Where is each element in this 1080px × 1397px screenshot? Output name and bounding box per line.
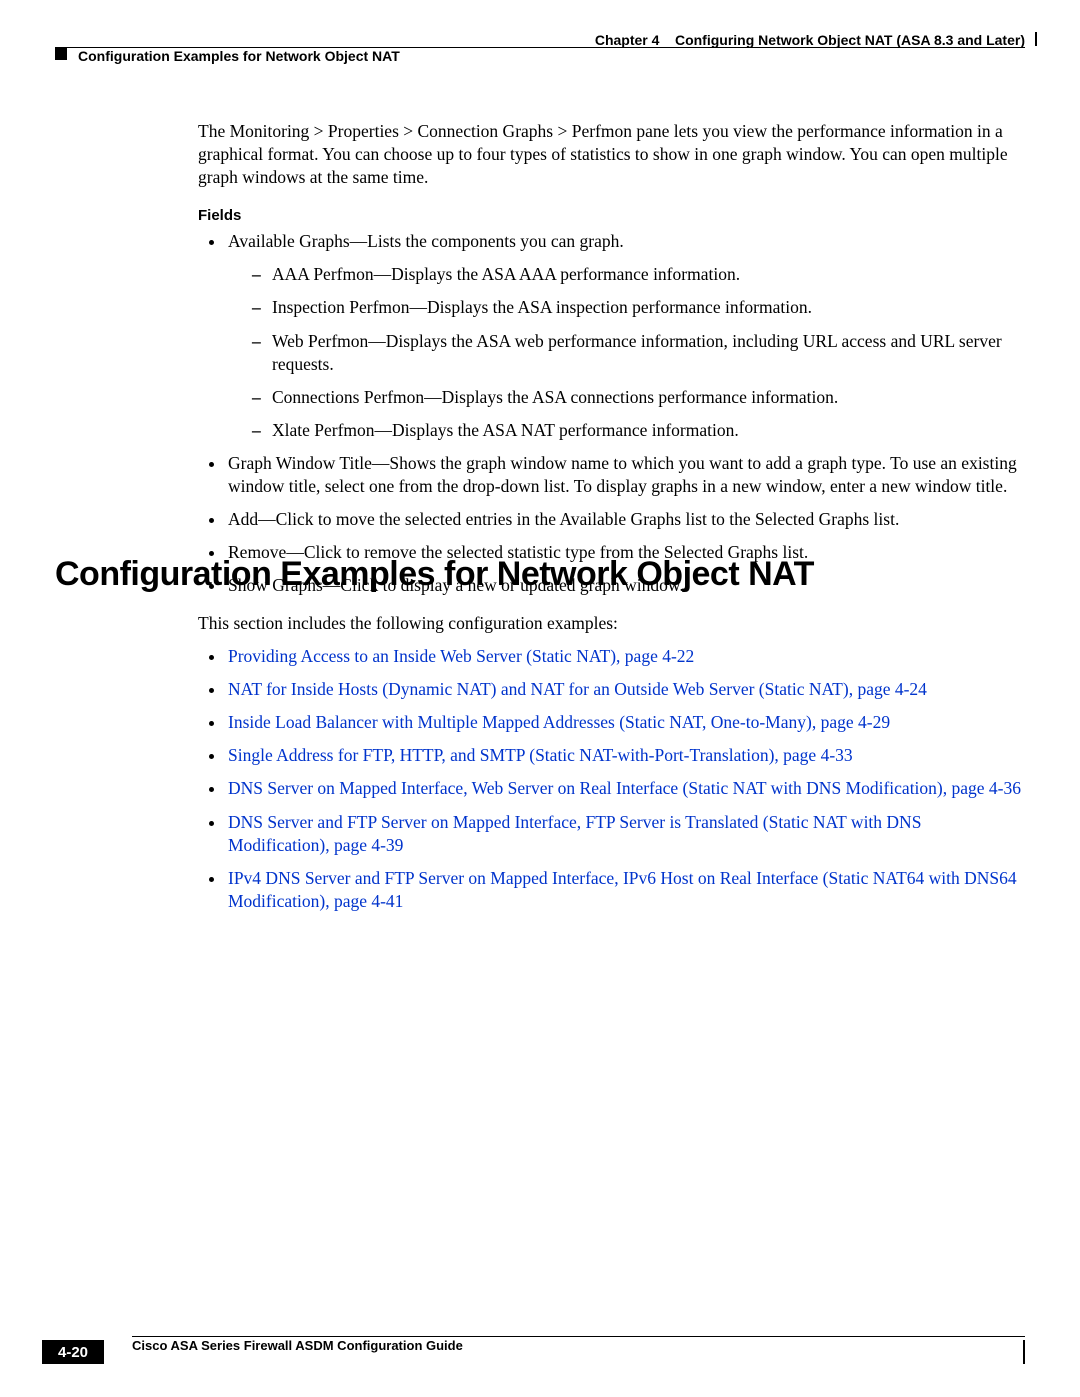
list-item-text: Inspection Perfmon—Displays the ASA insp… — [272, 297, 812, 317]
cross-reference-link[interactable]: Inside Load Balancer with Multiple Mappe… — [228, 712, 890, 732]
section-intro: This section includes the following conf… — [198, 612, 1025, 635]
list-item: AAA Perfmon—Displays the ASA AAA perform… — [256, 263, 1025, 286]
list-item: IPv4 DNS Server and FTP Server on Mapped… — [226, 867, 1025, 913]
list-item: Single Address for FTP, HTTP, and SMTP (… — [226, 744, 1025, 767]
list-item: Add—Click to move the selected entries i… — [226, 508, 1025, 531]
list-item: Connections Perfmon—Displays the ASA con… — [256, 386, 1025, 409]
section-content: This section includes the following conf… — [198, 612, 1025, 913]
list-item: Providing Access to an Inside Web Server… — [226, 645, 1025, 668]
footer-edge-rule — [104, 1340, 1025, 1364]
list-item-text: Web Perfmon—Displays the ASA web perform… — [272, 331, 1002, 374]
cross-reference-link[interactable]: Single Address for FTP, HTTP, and SMTP (… — [228, 745, 853, 765]
list-item-text: Add—Click to move the selected entries i… — [228, 509, 899, 529]
cross-reference-link[interactable]: Providing Access to an Inside Web Server… — [228, 646, 694, 666]
sub-list: AAA Perfmon—Displays the ASA AAA perform… — [228, 263, 1025, 442]
list-item-text: Connections Perfmon—Displays the ASA con… — [272, 387, 838, 407]
list-item: Available Graphs—Lists the components yo… — [226, 230, 1025, 442]
list-item: Graph Window Title—Shows the graph windo… — [226, 452, 1025, 498]
footer-rule — [132, 1336, 1025, 1337]
section-heading: Configuration Examples for Network Objec… — [55, 555, 1025, 594]
cross-reference-link[interactable]: DNS Server and FTP Server on Mapped Inte… — [228, 812, 921, 855]
header-chapter: Chapter 4 Configuring Network Object NAT… — [595, 32, 1025, 48]
fields-heading: Fields — [198, 207, 1025, 224]
list-item-text: Graph Window Title—Shows the graph windo… — [228, 453, 1017, 496]
document-page: Chapter 4 Configuring Network Object NAT… — [0, 0, 1080, 1397]
cross-reference-link[interactable]: DNS Server on Mapped Interface, Web Serv… — [228, 778, 1021, 798]
links-list: Providing Access to an Inside Web Server… — [198, 645, 1025, 913]
list-item: DNS Server and FTP Server on Mapped Inte… — [226, 811, 1025, 857]
top-content: The Monitoring > Properties > Connection… — [198, 120, 1025, 607]
list-item: Xlate Perfmon—Displays the ASA NAT perfo… — [256, 419, 1025, 442]
list-item: DNS Server on Mapped Interface, Web Serv… — [226, 777, 1025, 800]
running-head: Configuration Examples for Network Objec… — [78, 48, 400, 64]
list-item: Inside Load Balancer with Multiple Mappe… — [226, 711, 1025, 734]
cross-reference-link[interactable]: IPv4 DNS Server and FTP Server on Mapped… — [228, 868, 1017, 911]
header-edge-mark — [1035, 32, 1037, 46]
chapter-label: Chapter 4 — [595, 32, 660, 48]
fields-list: Available Graphs—Lists the components yo… — [198, 230, 1025, 597]
intro-paragraph: The Monitoring > Properties > Connection… — [198, 120, 1025, 189]
header-marker-icon — [55, 48, 67, 60]
chapter-title: Configuring Network Object NAT (ASA 8.3 … — [675, 32, 1025, 48]
list-item-text: Available Graphs—Lists the components yo… — [228, 231, 624, 251]
list-item: Web Perfmon—Displays the ASA web perform… — [256, 330, 1025, 376]
section-block: Configuration Examples for Network Objec… — [55, 555, 1025, 923]
page-number: 4-20 — [42, 1340, 104, 1364]
list-item: NAT for Inside Hosts (Dynamic NAT) and N… — [226, 678, 1025, 701]
list-item-text: Xlate Perfmon—Displays the ASA NAT perfo… — [272, 420, 739, 440]
list-item-text: AAA Perfmon—Displays the ASA AAA perform… — [272, 264, 740, 284]
list-item: Inspection Perfmon—Displays the ASA insp… — [256, 296, 1025, 319]
cross-reference-link[interactable]: NAT for Inside Hosts (Dynamic NAT) and N… — [228, 679, 927, 699]
